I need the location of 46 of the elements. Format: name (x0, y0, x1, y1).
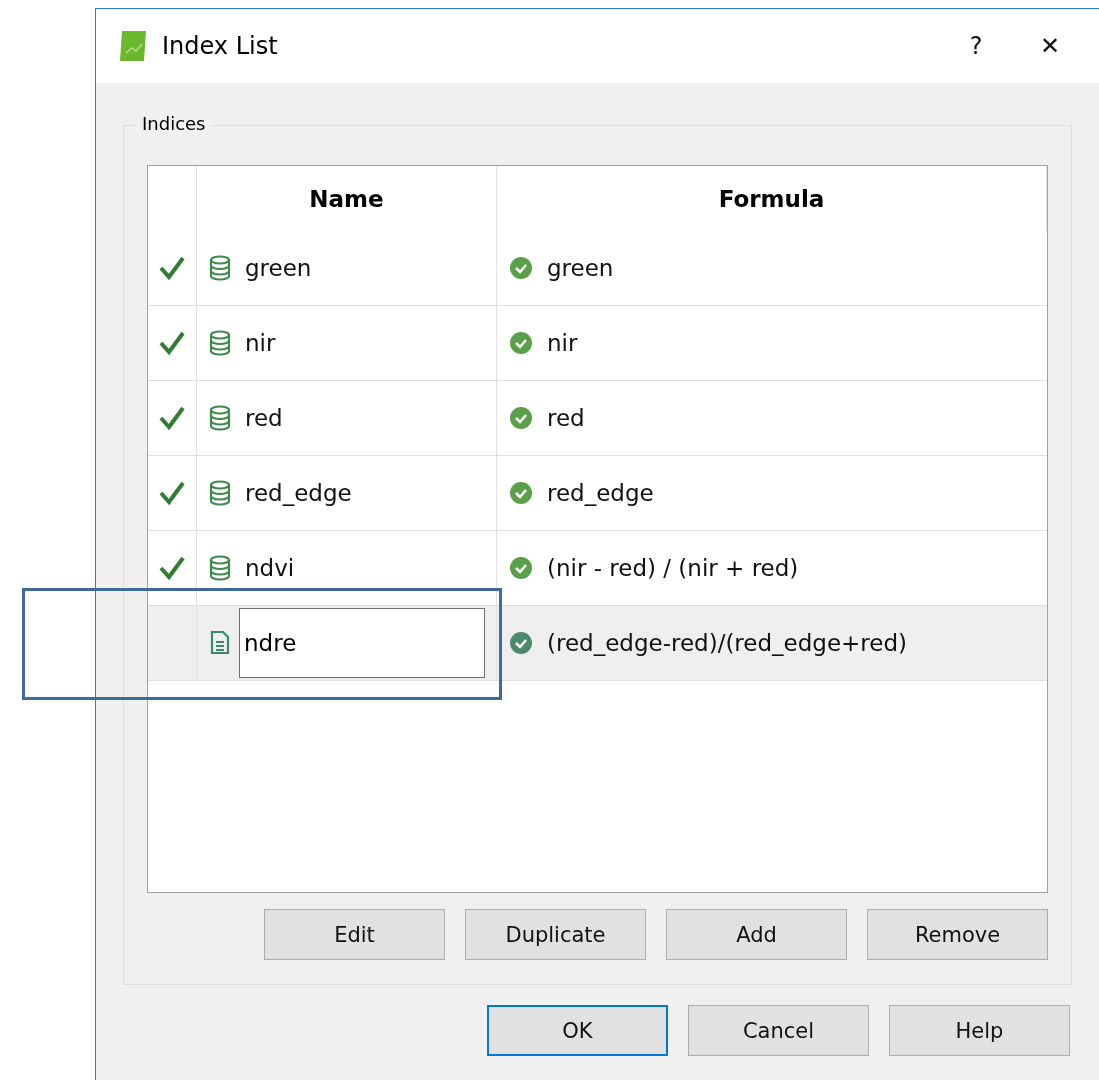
check-circle-icon (509, 256, 533, 280)
check-circle-icon (509, 406, 533, 430)
formula-cell: green (547, 255, 614, 281)
name-cell: red (245, 405, 283, 431)
name-input-field[interactable]: ndre (239, 608, 485, 678)
formula-cell: (red_edge-red)/(red_edge+red) (547, 630, 907, 656)
table-row[interactable]: ndvi (nir - red) / (nir + red) (148, 531, 1047, 606)
check-circle-icon (509, 331, 533, 355)
dialog-button[interactable]: Help (889, 1005, 1070, 1056)
name-cell: ndvi (245, 555, 295, 581)
checkmark-icon (158, 405, 186, 431)
list-action-button[interactable]: Duplicate (465, 909, 646, 960)
checkmark-icon (158, 480, 186, 506)
close-button[interactable]: ✕ (1020, 21, 1080, 71)
formula-cell: red (547, 405, 585, 431)
dialog-button[interactable]: OK (487, 1005, 668, 1056)
database-icon (209, 405, 231, 431)
help-button[interactable]: ? (946, 21, 1006, 71)
app-logo-icon (118, 29, 148, 63)
window-title: Index List (162, 32, 279, 60)
list-action-button[interactable]: Remove (867, 909, 1048, 960)
document-icon (209, 630, 231, 656)
checkmark-icon (158, 555, 186, 581)
database-icon (209, 330, 231, 356)
formula-cell: (nir - red) / (nir + red) (547, 555, 799, 581)
check-circle-icon (509, 556, 533, 580)
formula-cell: nir (547, 330, 578, 356)
list-action-button[interactable]: Edit (264, 909, 445, 960)
list-action-button[interactable]: Add (666, 909, 847, 960)
name-cell: green (245, 255, 312, 281)
table-row[interactable]: nir nir (148, 306, 1047, 381)
database-icon (209, 555, 231, 581)
formula-cell: red_edge (547, 480, 654, 506)
database-icon (209, 255, 231, 281)
checkmark-icon (158, 255, 186, 281)
table-row[interactable]: green green (148, 231, 1047, 306)
table-row[interactable]: red_edge red_edge (148, 456, 1047, 531)
name-cell: red_edge (245, 480, 352, 506)
check-circle-icon (509, 481, 533, 505)
check-circle-icon (509, 631, 533, 655)
table-row[interactable]: red red (148, 381, 1047, 456)
dialog-button[interactable]: Cancel (688, 1005, 869, 1056)
database-icon (209, 480, 231, 506)
checkmark-icon (158, 330, 186, 356)
name-cell: nir (245, 330, 276, 356)
table-row[interactable]: ndre (red_edge-red)/(red_edge+red) (148, 606, 1047, 681)
